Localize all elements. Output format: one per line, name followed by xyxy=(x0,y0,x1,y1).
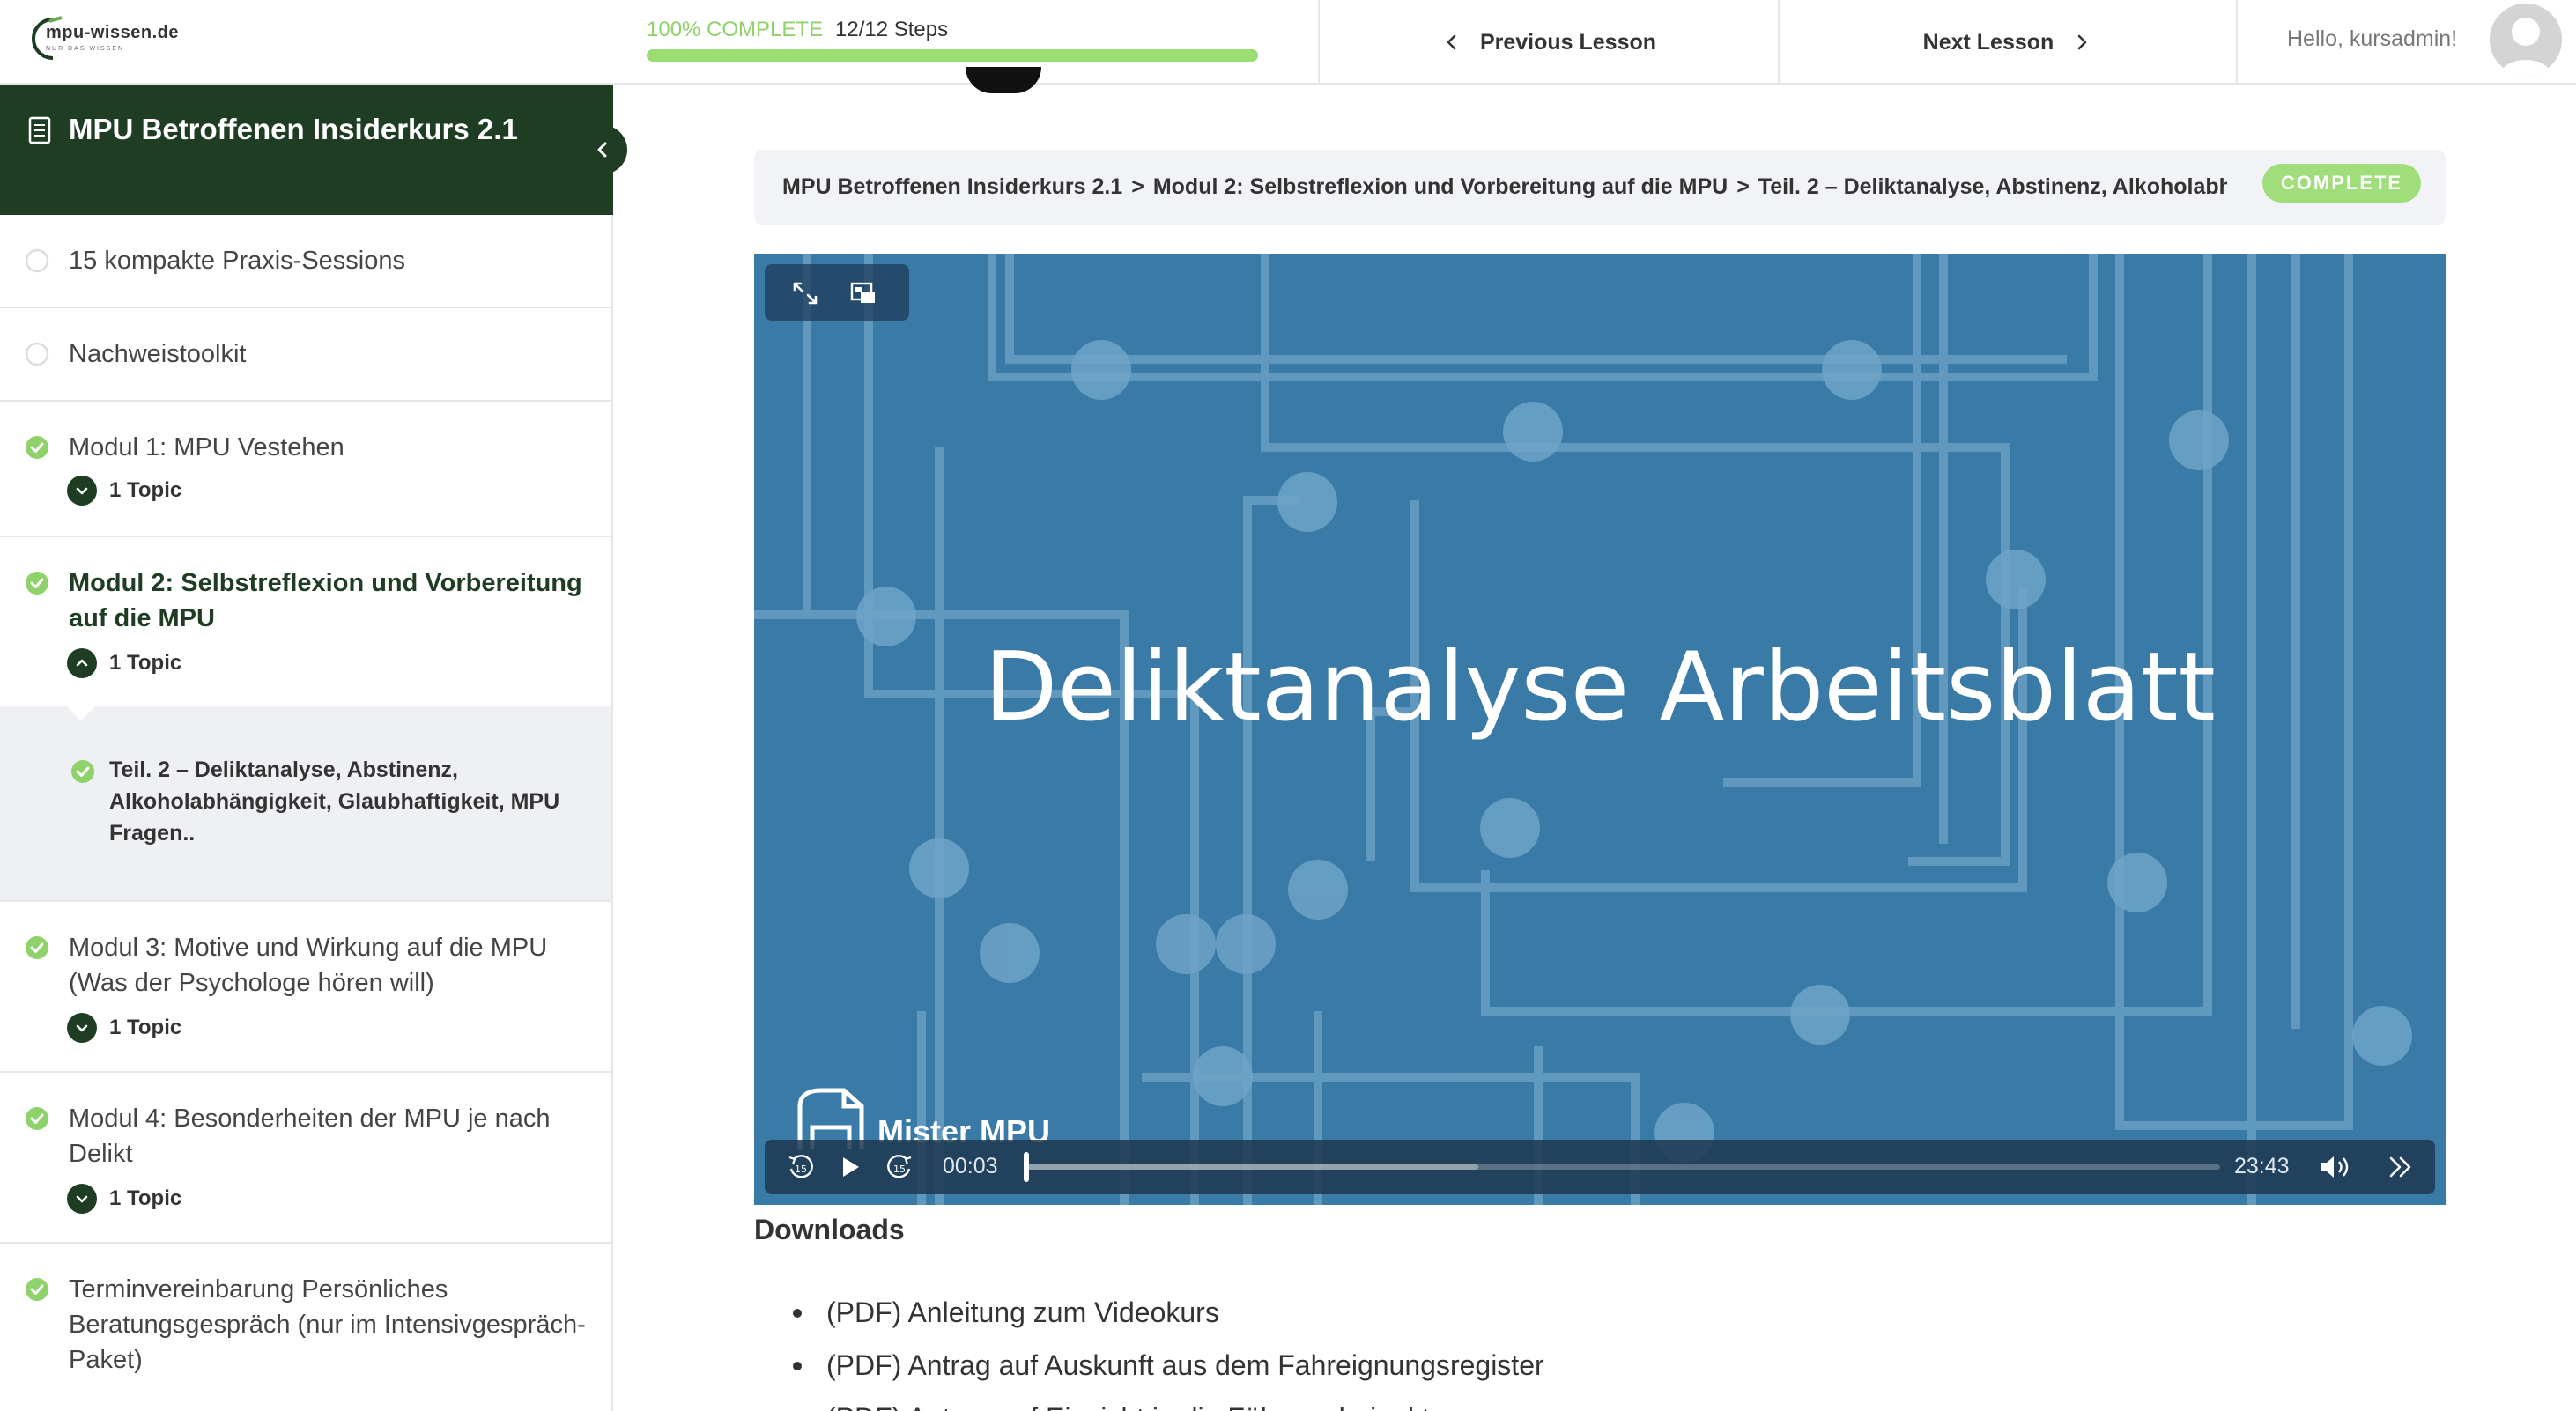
breadcrumb-course[interactable]: MPU Betroffenen Insiderkurs 2.1 xyxy=(782,174,1122,199)
previous-lesson-button[interactable]: Previous Lesson xyxy=(1318,0,1778,85)
site-logo[interactable]: mpu-wissen.de NUR DAS WISSEN xyxy=(26,11,194,67)
downloads-list: (PDF) Anleitung zum Videokurs (PDF) Antr… xyxy=(793,1286,2379,1411)
topic-toggle[interactable]: 1 Topic xyxy=(67,1184,181,1214)
sidebar-item-label: Nachweistoolkit xyxy=(69,340,247,368)
sidebar-collapse-button[interactable] xyxy=(578,125,627,174)
sidebar-item-modul-3[interactable]: Modul 3: Motive und Wirkung auf die MPU … xyxy=(0,902,611,1073)
breadcrumb-topic[interactable]: Teil. 2 – Deliktanalyse, Abstinenz, Alko… xyxy=(1758,174,2227,199)
double-chevron-right-icon[interactable] xyxy=(2386,1152,2416,1182)
sidebar-item-label: Modul 2: Selbstreflexion und Vorbereitun… xyxy=(69,569,582,632)
topic-list-pointer xyxy=(67,706,95,720)
incomplete-circle-icon xyxy=(25,342,49,366)
topic-toggle[interactable]: 1 Topic xyxy=(67,648,181,678)
sidebar-item-label: Terminvereinbarung Persönliches Beratung… xyxy=(69,1275,586,1374)
rewind-15-icon[interactable]: 15 xyxy=(786,1152,816,1182)
check-circle-icon xyxy=(26,1107,48,1130)
topic-toggle[interactable]: 1 Topic xyxy=(67,476,181,506)
course-sidebar: MPU Betroffenen Insiderkurs 2.1 15 kompa… xyxy=(0,85,627,1411)
video-top-controls xyxy=(765,264,909,321)
topic-count: 1 Topic xyxy=(109,478,182,502)
top-header: mpu-wissen.de NUR DAS WISSEN 100% COMPLE… xyxy=(0,0,2576,85)
svg-text:15: 15 xyxy=(893,1164,906,1175)
chevron-down-icon xyxy=(67,1184,97,1214)
sidebar-item-modul-4[interactable]: Modul 4: Besonderheiten der MPU je nach … xyxy=(0,1073,611,1244)
play-icon[interactable] xyxy=(835,1152,865,1182)
sidebar-item-label: 15 kompakte Praxis-Sessions xyxy=(69,247,405,275)
chevron-right-icon xyxy=(2078,34,2087,50)
sidebar-item-modul-2[interactable]: Modul 2: Selbstreflexion und Vorbereitun… xyxy=(0,537,611,706)
sidebar-item-label: Modul 3: Motive und Wirkung auf die MPU … xyxy=(69,934,548,997)
breadcrumb-separator: > xyxy=(1736,174,1750,199)
topic-count: 1 Topic xyxy=(109,1016,182,1039)
sidebar-item-modul-1[interactable]: Modul 1: MPU Vestehen 1 Topic xyxy=(0,402,611,537)
course-header: MPU Betroffenen Insiderkurs 2.1 xyxy=(0,85,613,215)
check-circle-icon xyxy=(26,936,48,959)
user-greeting: Hello, kursadmin! xyxy=(2287,26,2458,51)
current-time: 00:03 xyxy=(943,1154,998,1178)
video-title: Deliktanalyse Arbeitsblatt xyxy=(984,632,2216,742)
breadcrumb-module[interactable]: Modul 2: Selbstreflexion und Vorbereitun… xyxy=(1153,174,1728,199)
topic-list: Teil. 2 – Deliktanalyse, Abstinenz, Alko… xyxy=(0,706,611,902)
breadcrumb-separator: > xyxy=(1131,174,1144,199)
page-hero-fragment xyxy=(966,67,1041,93)
chevron-up-icon xyxy=(67,648,97,678)
video-player[interactable]: Deliktanalyse Arbeitsblatt Mister MPU 15 xyxy=(754,254,2446,1205)
sidebar-item-terminvereinbarung[interactable]: Terminvereinbarung Persönliches Beratung… xyxy=(0,1244,611,1411)
incomplete-circle-icon xyxy=(25,248,49,273)
download-link[interactable]: (PDF) Antrag auf Einsicht in die Führers… xyxy=(793,1392,2379,1411)
progress-bar xyxy=(647,49,1258,62)
user-avatar-icon xyxy=(2490,4,2562,76)
breadcrumb: MPU Betroffenen Insiderkurs 2.1 > Modul 2:… xyxy=(782,174,2227,200)
seek-bar-handle[interactable] xyxy=(1024,1152,1029,1182)
previous-lesson-label: Previous Lesson xyxy=(1479,29,1657,55)
chevron-down-icon xyxy=(67,476,97,506)
check-circle-icon xyxy=(26,572,48,595)
forward-15-icon[interactable]: 15 xyxy=(885,1152,914,1182)
check-circle-icon xyxy=(71,760,94,783)
document-icon xyxy=(28,116,51,144)
sidebar-item-label: Modul 1: MPU Vestehen xyxy=(69,433,344,462)
avatar[interactable] xyxy=(2490,4,2562,76)
video-control-bar: 15 15 00:03 23:43 xyxy=(765,1140,2435,1194)
download-link[interactable]: (PDF) Anleitung zum Videokurs xyxy=(793,1286,2379,1339)
topic-toggle[interactable]: 1 Topic xyxy=(67,1013,181,1043)
picture-in-picture-icon[interactable] xyxy=(849,280,877,307)
breadcrumb-bar: MPU Betroffenen Insiderkurs 2.1 > Modul 2:… xyxy=(754,150,2446,225)
sidebar-item-nachweistoolkit[interactable]: Nachweistoolkit xyxy=(0,308,611,402)
progress-bar-fill xyxy=(647,49,1258,62)
logo-text: mpu-wissen.de xyxy=(46,23,179,42)
topic-item-teil-2[interactable]: Teil. 2 – Deliktanalyse, Abstinenz, Alko… xyxy=(0,706,611,902)
topic-count: 1 Topic xyxy=(109,1186,182,1210)
next-lesson-button[interactable]: Next Lesson xyxy=(1778,0,2236,85)
sidebar-item-praxis-sessions[interactable]: 15 kompakte Praxis-Sessions xyxy=(0,215,611,308)
user-menu[interactable]: Hello, kursadmin! xyxy=(2236,0,2576,85)
download-link[interactable]: (PDF) Antrag auf Auskunft aus dem Fahrei… xyxy=(793,1339,2379,1392)
downloads-heading: Downloads xyxy=(754,1214,905,1245)
svg-text:15: 15 xyxy=(795,1164,807,1175)
seek-bar-buffered xyxy=(1024,1164,1479,1170)
seek-bar[interactable] xyxy=(1024,1152,2220,1182)
chevron-down-icon xyxy=(67,1013,97,1043)
topic-label: Teil. 2 – Deliktanalyse, Abstinenz, Alko… xyxy=(109,757,560,846)
progress-steps: 12/12 Steps xyxy=(835,18,949,41)
volume-icon[interactable] xyxy=(2317,1152,2358,1182)
duration: 23:43 xyxy=(2234,1154,2290,1178)
chevron-left-icon xyxy=(597,142,607,158)
status-badge: COMPLETE xyxy=(2262,164,2421,203)
topic-count: 1 Topic xyxy=(109,651,182,675)
fullscreen-icon[interactable] xyxy=(791,280,819,307)
sidebar-item-label: Modul 4: Besonderheiten der MPU je nach … xyxy=(69,1104,551,1168)
next-lesson-label: Next Lesson xyxy=(1922,29,2054,55)
course-title[interactable]: MPU Betroffenen Insiderkurs 2.1 xyxy=(69,111,562,148)
check-circle-icon xyxy=(26,1278,48,1301)
progress-percent: 100% COMPLETE xyxy=(647,18,824,41)
logo-subtext: NUR DAS WISSEN xyxy=(46,46,125,52)
chevron-left-icon xyxy=(1447,34,1456,50)
check-circle-icon xyxy=(26,436,48,459)
